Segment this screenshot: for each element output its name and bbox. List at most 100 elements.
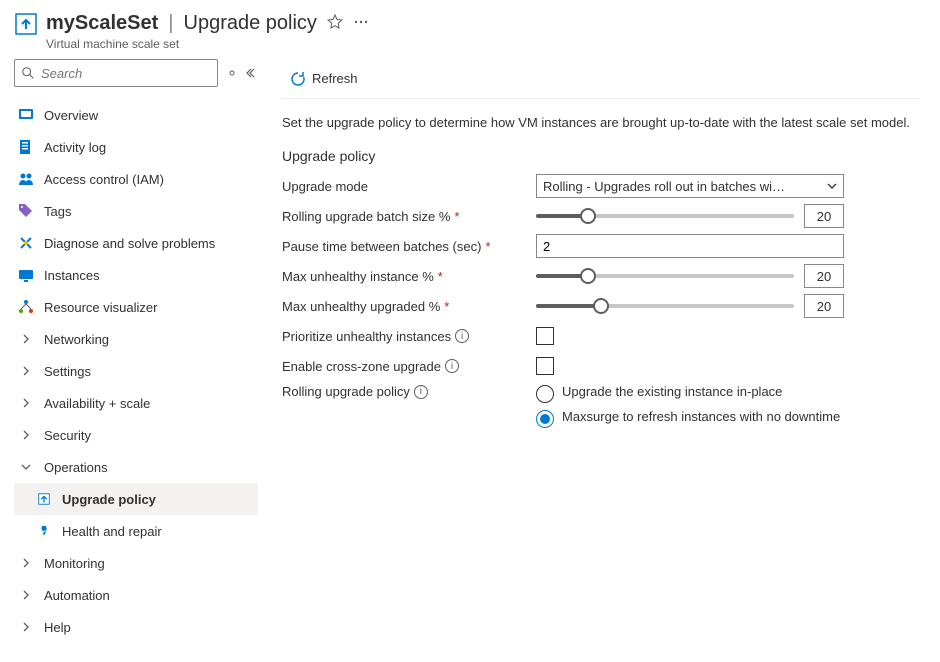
nav-help[interactable]: Help — [14, 611, 258, 643]
nav-networking[interactable]: Networking — [14, 323, 258, 355]
nav-automation[interactable]: Automation — [14, 579, 258, 611]
value-batch-size: 20 — [804, 204, 844, 228]
checkbox-prioritize[interactable] — [536, 327, 554, 345]
nav-upgrade-policy[interactable]: Upgrade policy — [14, 483, 258, 515]
slider-batch-size[interactable] — [536, 206, 794, 226]
resource-icon — [14, 12, 38, 36]
access-control-icon — [18, 171, 34, 187]
radio-icon — [536, 385, 554, 403]
nav-instances[interactable]: Instances — [14, 259, 258, 291]
nav-label: Diagnose and solve problems — [44, 236, 215, 251]
label-rolling-policy: Rolling upgrade policy i — [282, 384, 536, 399]
checkbox-cross-zone[interactable] — [536, 357, 554, 375]
slider-max-unhealthy[interactable] — [536, 266, 794, 286]
nav-label: Access control (IAM) — [44, 172, 164, 187]
nav-settings[interactable]: Settings — [14, 355, 258, 387]
favorite-icon[interactable] — [327, 14, 343, 33]
refresh-button[interactable]: Refresh — [282, 67, 366, 91]
search-icon — [21, 66, 35, 80]
nav-operations[interactable]: Operations — [14, 451, 258, 483]
nav-health-repair[interactable]: Health and repair — [14, 515, 258, 547]
nav-overview[interactable]: Overview — [14, 99, 258, 131]
slider-max-unhealthy-upgraded[interactable] — [536, 296, 794, 316]
chevron-right-icon — [18, 587, 34, 603]
nav-label: Settings — [44, 364, 91, 379]
label-cross-zone: Enable cross-zone upgrade i — [282, 359, 536, 374]
nav-label: Operations — [44, 460, 108, 475]
section-title: Upgrade policy — [282, 148, 920, 164]
description: Set the upgrade policy to determine how … — [282, 115, 920, 130]
resource-subtitle: Virtual machine scale set — [46, 37, 369, 51]
label-max-unhealthy: Max unhealthy instance % * — [282, 269, 536, 284]
nav-tags[interactable]: Tags — [14, 195, 258, 227]
health-repair-icon — [36, 523, 52, 539]
chevron-right-icon — [18, 363, 34, 379]
nav-label: Availability + scale — [44, 396, 150, 411]
diagnose-icon — [18, 235, 34, 251]
label-batch-size: Rolling upgrade batch size % * — [282, 209, 536, 224]
page-title: Upgrade policy — [184, 12, 317, 35]
nav-resource-visualizer[interactable]: Resource visualizer — [14, 291, 258, 323]
nav-label: Activity log — [44, 140, 106, 155]
radio-label: Upgrade the existing instance in-place — [562, 384, 782, 399]
nav-label: Networking — [44, 332, 109, 347]
nav-label: Upgrade policy — [62, 492, 156, 507]
refresh-label: Refresh — [312, 71, 358, 86]
info-icon[interactable]: i — [455, 329, 469, 343]
nav-label: Security — [44, 428, 91, 443]
collapse-icon[interactable] — [246, 67, 258, 79]
nav-label: Automation — [44, 588, 110, 603]
visualizer-icon — [18, 299, 34, 315]
nav-access-control[interactable]: Access control (IAM) — [14, 163, 258, 195]
activity-log-icon — [18, 139, 34, 155]
info-icon[interactable]: i — [414, 385, 428, 399]
radio-label: Maxsurge to refresh instances with no do… — [562, 409, 840, 424]
sidebar: Overview Activity log Access control (IA… — [0, 59, 262, 643]
nav-label: Instances — [44, 268, 100, 283]
chevron-down-icon — [18, 459, 34, 475]
chevron-down-icon — [827, 181, 837, 191]
nav-diagnose[interactable]: Diagnose and solve problems — [14, 227, 258, 259]
label-prioritize: Prioritize unhealthy instances i — [282, 329, 536, 344]
pin-icon[interactable] — [226, 67, 238, 79]
tags-icon — [18, 203, 34, 219]
chevron-right-icon — [18, 331, 34, 347]
nav-label: Monitoring — [44, 556, 105, 571]
select-upgrade-mode[interactable]: Rolling - Upgrades roll out in batches w… — [536, 174, 844, 198]
search-input-wrapper[interactable] — [14, 59, 218, 87]
title-separator: | — [168, 12, 173, 35]
search-input[interactable] — [41, 66, 211, 81]
main-content: Refresh Set the upgrade policy to determ… — [262, 59, 940, 643]
chevron-right-icon — [18, 555, 34, 571]
select-value: Rolling - Upgrades roll out in batches w… — [543, 179, 785, 194]
nav-activity-log[interactable]: Activity log — [14, 131, 258, 163]
nav-label: Help — [44, 620, 71, 635]
resource-title: myScaleSet — [46, 12, 158, 35]
overview-icon — [18, 107, 34, 123]
nav-label: Resource visualizer — [44, 300, 157, 315]
label-max-unhealthy-upgraded: Max unhealthy upgraded % * — [282, 299, 536, 314]
instances-icon — [18, 267, 34, 283]
input-pause-time[interactable] — [536, 234, 844, 258]
page-header: myScaleSet | Upgrade policy Virtual mach… — [0, 0, 940, 59]
nav-security[interactable]: Security — [14, 419, 258, 451]
label-pause-time: Pause time between batches (sec) * — [282, 239, 536, 254]
chevron-right-icon — [18, 619, 34, 635]
nav-monitoring[interactable]: Monitoring — [14, 547, 258, 579]
value-max-unhealthy-upgraded: 20 — [804, 294, 844, 318]
refresh-icon — [290, 71, 306, 87]
info-icon[interactable]: i — [445, 359, 459, 373]
nav-availability[interactable]: Availability + scale — [14, 387, 258, 419]
radio-maxsurge[interactable]: Maxsurge to refresh instances with no do… — [536, 409, 840, 428]
more-icon[interactable] — [353, 14, 369, 33]
upgrade-policy-icon — [36, 491, 52, 507]
label-upgrade-mode: Upgrade mode — [282, 179, 536, 194]
chevron-right-icon — [18, 427, 34, 443]
toolbar: Refresh — [282, 59, 920, 99]
radio-inplace[interactable]: Upgrade the existing instance in-place — [536, 384, 840, 403]
nav-label: Tags — [44, 204, 71, 219]
nav-label: Health and repair — [62, 524, 162, 539]
chevron-right-icon — [18, 395, 34, 411]
nav-label: Overview — [44, 108, 98, 123]
value-max-unhealthy: 20 — [804, 264, 844, 288]
